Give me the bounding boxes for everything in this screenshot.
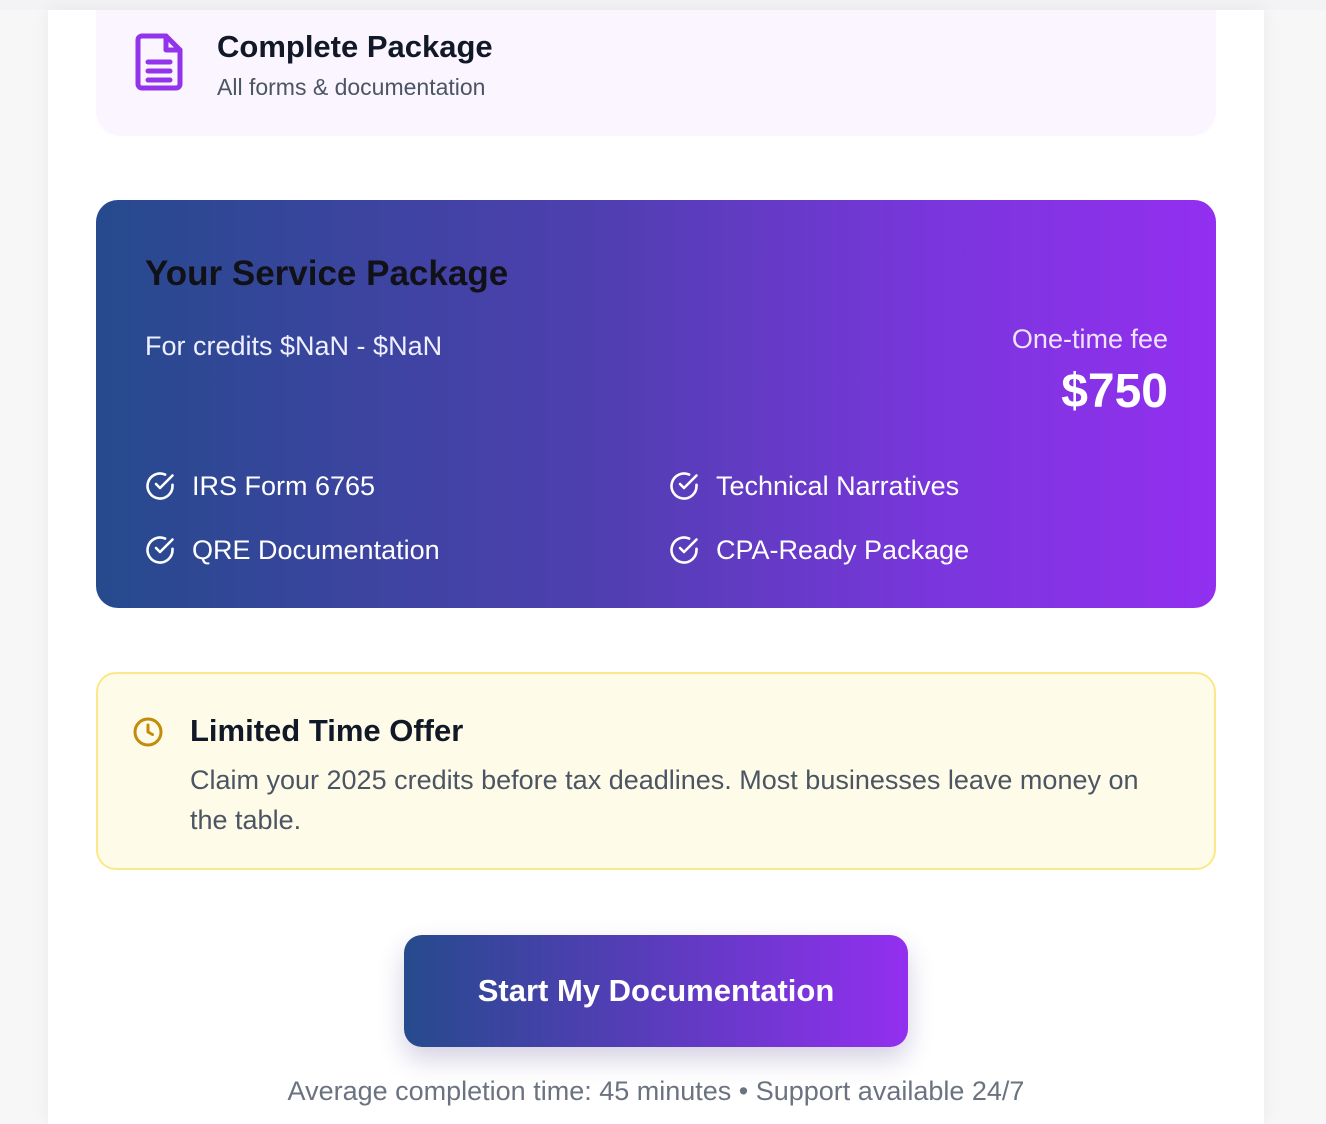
service-item-label: QRE Documentation xyxy=(192,534,440,565)
service-item-label: IRS Form 6765 xyxy=(192,470,376,501)
feature-subtitle: All forms & documentation xyxy=(217,74,486,100)
service-item: IRS Form 6765 xyxy=(144,468,375,504)
fee-amount: $750 xyxy=(1061,365,1168,418)
offer-title: Limited Time Offer xyxy=(190,713,464,748)
main-card: Complete Package All forms & documentati… xyxy=(48,10,1264,1124)
check-circle-icon xyxy=(670,536,698,564)
footnote: Average completion time: 45 minutes • Su… xyxy=(287,1076,1025,1106)
check-circle-icon xyxy=(146,536,174,564)
document-icon xyxy=(135,33,183,91)
service-item-label: Technical Narratives xyxy=(716,470,960,501)
credit-range: For credits $NaN - $NaN xyxy=(145,331,443,361)
limited-time-offer: Limited Time Offer Claim your 2025 credi… xyxy=(96,672,1216,870)
service-item: Technical Narratives xyxy=(668,468,959,504)
complete-package-feature: Complete Package All forms & documentati… xyxy=(96,10,1216,136)
service-package-card: Your Service Package For credits $NaN - … xyxy=(96,200,1216,608)
service-item-label: CPA-Ready Package xyxy=(716,534,970,565)
fee-label: One-time fee xyxy=(1011,324,1168,354)
offer-body: Claim your 2025 credits before tax deadl… xyxy=(190,765,1139,835)
check-circle-icon xyxy=(146,472,174,500)
check-circle-icon xyxy=(670,472,698,500)
top-strip xyxy=(0,0,1326,10)
service-item: CPA-Ready Package xyxy=(668,532,969,568)
service-package-title: Your Service Package xyxy=(145,254,509,293)
service-item: QRE Documentation xyxy=(144,532,440,568)
start-documentation-button[interactable]: Start My Documentation xyxy=(404,935,908,1047)
clock-icon xyxy=(133,717,163,747)
feature-title: Complete Package xyxy=(217,29,493,64)
